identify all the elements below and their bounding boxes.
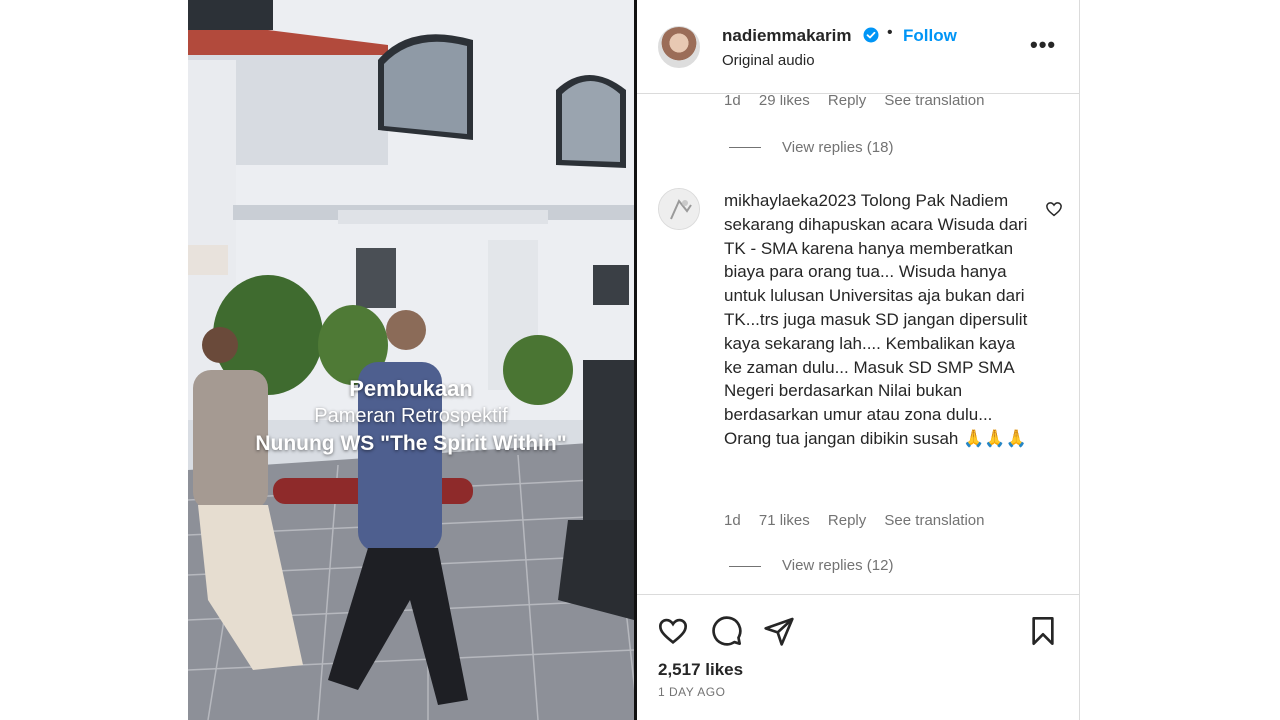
more-options-button[interactable]: ••• <box>1030 32 1056 58</box>
post-likes-count[interactable]: 2,517 likes <box>658 660 743 680</box>
comment-likes[interactable]: 71 likes <box>759 512 810 529</box>
audio-label[interactable]: Original audio <box>722 52 815 69</box>
author-username[interactable]: nadiemmakarim <box>722 26 851 46</box>
verified-badge-icon <box>863 27 879 43</box>
post-actions: 2,517 likes 1 DAY AGO <box>637 594 1080 720</box>
bookmark-icon[interactable] <box>1027 615 1059 647</box>
see-translation-button[interactable]: See translation <box>884 512 984 529</box>
replies-line <box>729 147 761 148</box>
heart-icon[interactable] <box>657 615 689 647</box>
commenter-avatar[interactable] <box>658 188 700 230</box>
comment-likes[interactable]: 29 likes <box>759 95 810 109</box>
comment-time: 1d <box>724 512 741 529</box>
panel-edge <box>1079 0 1080 720</box>
comment-meta: 1d 71 likes Reply See translation <box>724 512 999 529</box>
post-media-video[interactable]: Pembukaan Pameran Retrospektif Nunung WS… <box>188 0 634 720</box>
replies-line <box>729 566 761 567</box>
comment-bubble-icon[interactable] <box>711 615 743 647</box>
video-frame-illustration <box>188 0 634 720</box>
view-replies-button[interactable]: View replies (12) <box>782 557 893 574</box>
view-replies-button[interactable]: View replies (18) <box>782 139 893 156</box>
comment-text: Tolong Pak Nadiem sekarang dihapuskan ac… <box>724 191 1028 448</box>
reply-button[interactable]: Reply <box>828 512 866 529</box>
reply-button[interactable]: Reply <box>828 95 866 109</box>
caption-line-2: Pameran Retrospektif <box>314 405 508 427</box>
comment-body: mikhaylaeka2023 Tolong Pak Nadiem sekara… <box>724 189 1029 451</box>
post-side-panel: nadiemmakarim • Follow Original audio ••… <box>637 0 1080 720</box>
avatar-image <box>659 189 699 229</box>
comment-like-heart-icon[interactable] <box>1045 200 1063 218</box>
post-header: nadiemmakarim • Follow Original audio ••… <box>637 0 1080 94</box>
caption-line-3: Nunung WS "The Spirit Within" <box>255 432 567 455</box>
post-date: 1 DAY AGO <box>658 685 726 699</box>
comment-meta: 1d 29 likes Reply See translation <box>724 95 999 109</box>
video-caption-overlay: Pembukaan Pameran Retrospektif Nunung WS… <box>188 375 634 459</box>
commenter-username[interactable]: mikhaylaeka2023 <box>724 191 856 210</box>
see-translation-button[interactable]: See translation <box>884 95 984 109</box>
caption-line-1: Pembukaan <box>349 376 473 401</box>
separator-dot: • <box>887 24 893 41</box>
author-avatar[interactable] <box>658 26 700 68</box>
paper-plane-icon[interactable] <box>763 615 795 647</box>
comments-list[interactable]: 1d 29 likes Reply See translation View r… <box>637 95 1080 593</box>
follow-button[interactable]: Follow <box>903 26 957 46</box>
comment-time: 1d <box>724 95 741 109</box>
